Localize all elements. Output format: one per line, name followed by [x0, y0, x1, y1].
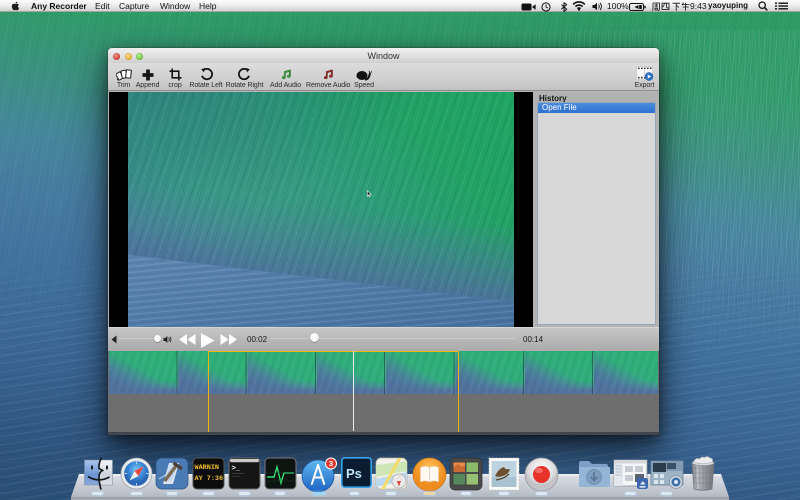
svg-text:3: 3 — [329, 459, 333, 468]
svg-text:WARNIN: WARNIN — [195, 464, 219, 472]
svg-text:>_: >_ — [232, 463, 241, 472]
svg-text:Ps: Ps — [346, 466, 362, 481]
svg-text:AY 7:36: AY 7:36 — [195, 475, 224, 483]
